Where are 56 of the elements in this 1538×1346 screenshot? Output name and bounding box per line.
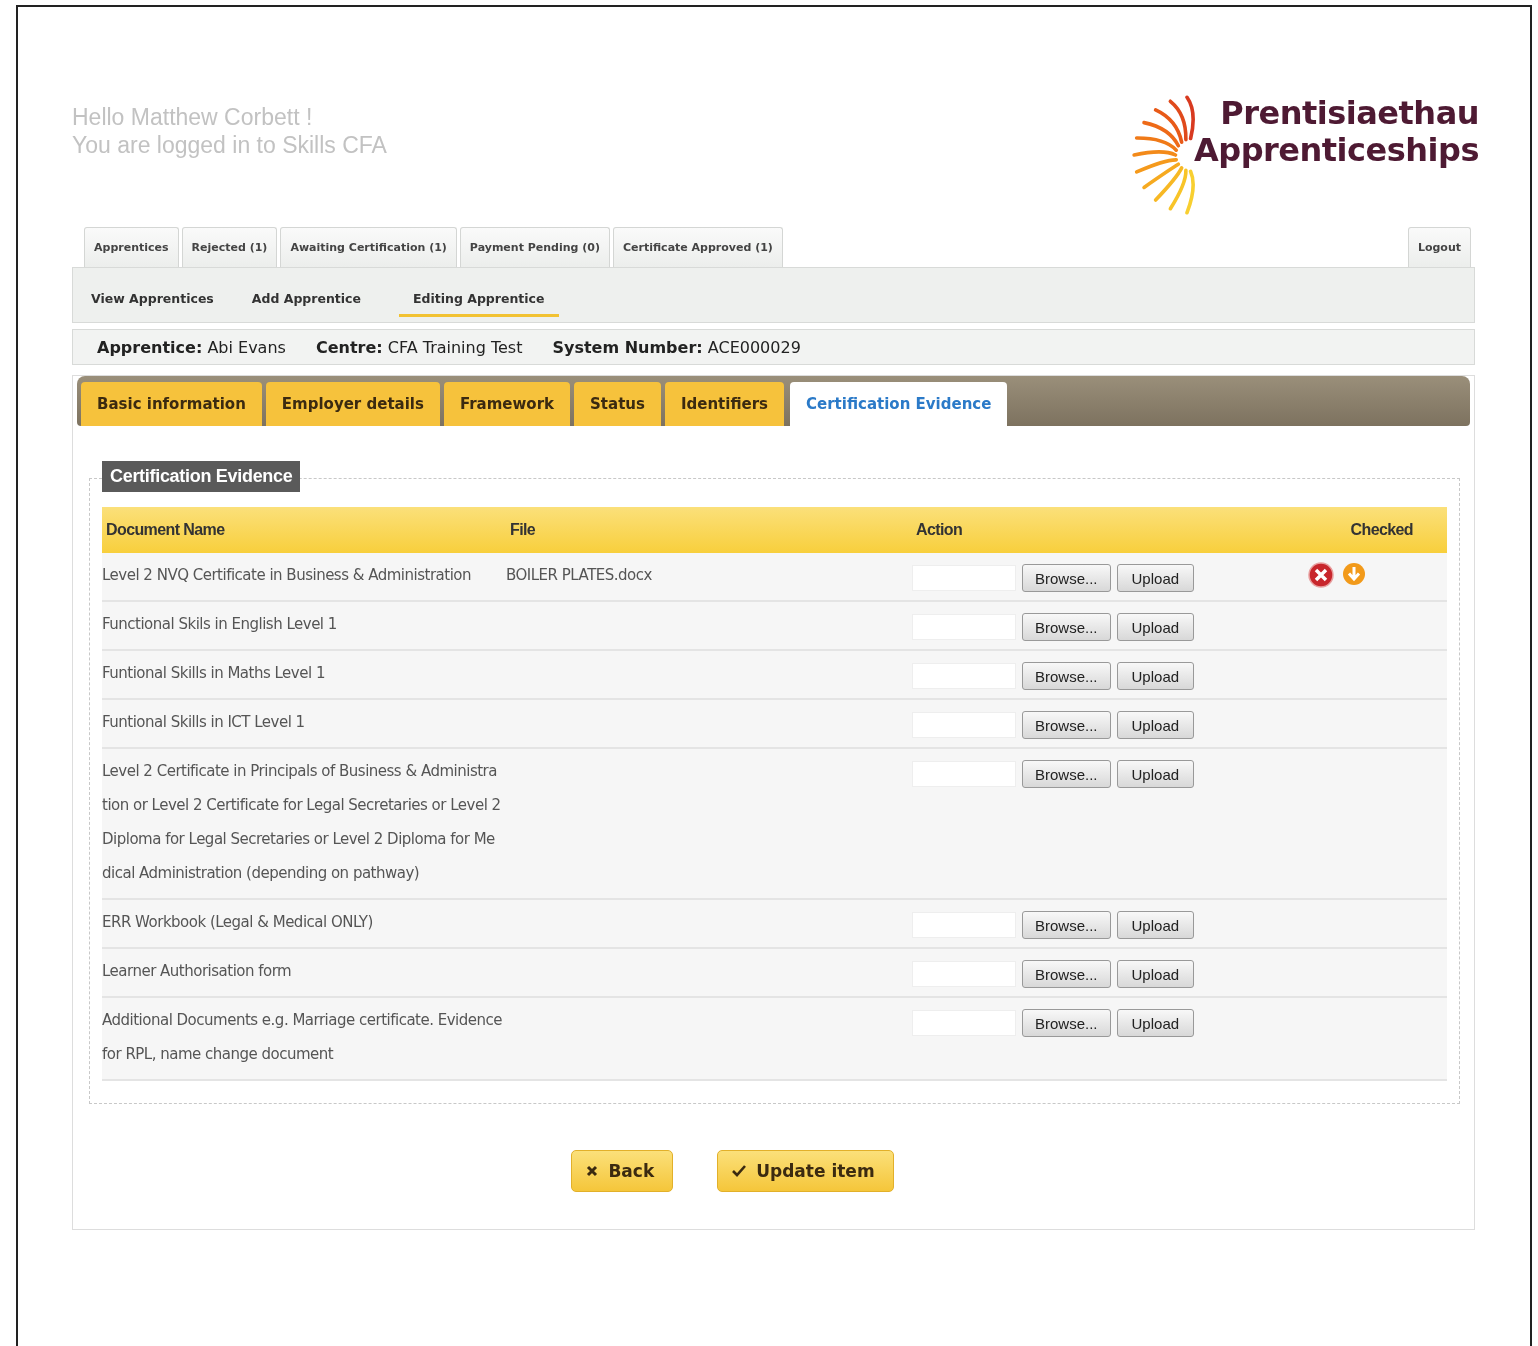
browse-button[interactable]: Browse... [1022, 911, 1111, 939]
sub-nav-link[interactable]: Editing Apprentice [399, 281, 559, 317]
document-name: Learner Authorisation form [102, 961, 293, 982]
back-button[interactable]: Back [571, 1150, 674, 1192]
file-name: BOILER PLATES.docx [506, 565, 653, 586]
info-text: Apprentice: Abi Evans [97, 337, 286, 357]
upload-button[interactable]: Upload [1116, 911, 1195, 939]
greeting-text: Hello Matthew Corbett ! You are logged in to Skills CFA [72, 103, 387, 159]
section-tab[interactable]: Identifiers [664, 382, 785, 426]
section-tab[interactable]: Framework [443, 382, 571, 426]
section-tab[interactable]: Basic information [81, 382, 262, 426]
browse-button[interactable]: Browse... [1022, 711, 1111, 739]
browse-button[interactable]: Browse... [1022, 1009, 1111, 1037]
close-icon [586, 1165, 599, 1177]
check-icon [732, 1165, 747, 1177]
section-tab[interactable]: Status [574, 382, 661, 426]
column-header: Action [915, 521, 964, 539]
section-tab[interactable]: Certification Evidence [790, 382, 1008, 426]
column-header: Checked [1349, 521, 1414, 539]
document-name: Functional Skils in English Level 1 [102, 614, 338, 635]
nav-tab[interactable]: Rejected (1) [181, 227, 278, 267]
info-text: System Number: ACE000029 [552, 337, 801, 357]
delete-icon[interactable] [1308, 562, 1334, 588]
browse-button[interactable]: Browse... [1022, 760, 1111, 788]
sub-nav-link[interactable]: View Apprentices [91, 281, 214, 317]
sub-nav-link[interactable]: Add Apprentice [251, 281, 361, 317]
document-name: Funtional Skills in ICT Level 1 [102, 712, 306, 733]
document-name: Level 2 NVQ Certificate in Business & Administration [102, 565, 472, 586]
document-name: ERR Workbook (Legal & Medical ONLY) [102, 912, 374, 933]
fieldset-title: Certification Evidence [102, 461, 301, 492]
browse-button[interactable]: Browse... [1022, 960, 1111, 988]
upload-button[interactable]: Upload [1116, 662, 1195, 690]
logout-tab[interactable]: Logout [1407, 227, 1471, 267]
browse-button[interactable]: Browse... [1022, 564, 1111, 592]
upload-button[interactable]: Upload [1116, 564, 1195, 592]
document-name: Additional Documents e.g. Marriage certificate. Evidence for RPL, name change document [102, 1010, 503, 1065]
download-icon[interactable] [1342, 562, 1366, 586]
info-text: Centre: CFA Training Test [315, 337, 523, 357]
column-header: Document Name [105, 521, 226, 539]
upload-button[interactable]: Upload [1116, 760, 1195, 788]
upload-button[interactable]: Upload [1116, 613, 1195, 641]
nav-tab[interactable]: Certificate Approved (1) [612, 227, 783, 267]
browse-button[interactable]: Browse... [1022, 662, 1111, 690]
column-header: File [509, 521, 537, 539]
upload-button[interactable]: Upload [1116, 1009, 1195, 1037]
nav-tab[interactable]: Payment Pending (0) [459, 227, 610, 267]
nav-tab[interactable]: Awaiting Certification (1) [280, 227, 457, 267]
document-name: Funtional Skills in Maths Level 1 [102, 663, 326, 684]
upload-button[interactable]: Upload [1116, 960, 1195, 988]
section-tab[interactable]: Employer details [265, 382, 440, 426]
document-name: Level 2 Certificate in Principals of Business & Administra tion or Level 2 Certificate for Legal Secretaries or Level 2 Diploma for Legal Secretaries or Level 2 Diploma for Me dical Administration (depending on pathway) [102, 761, 502, 884]
nav-tab[interactable]: Apprentices [84, 227, 179, 267]
update-button[interactable]: Update item [717, 1150, 894, 1192]
logo-text: Prentisiaethau Apprenticeships [1193, 95, 1479, 169]
upload-button[interactable]: Upload [1116, 711, 1195, 739]
browse-button[interactable]: Browse... [1022, 613, 1111, 641]
